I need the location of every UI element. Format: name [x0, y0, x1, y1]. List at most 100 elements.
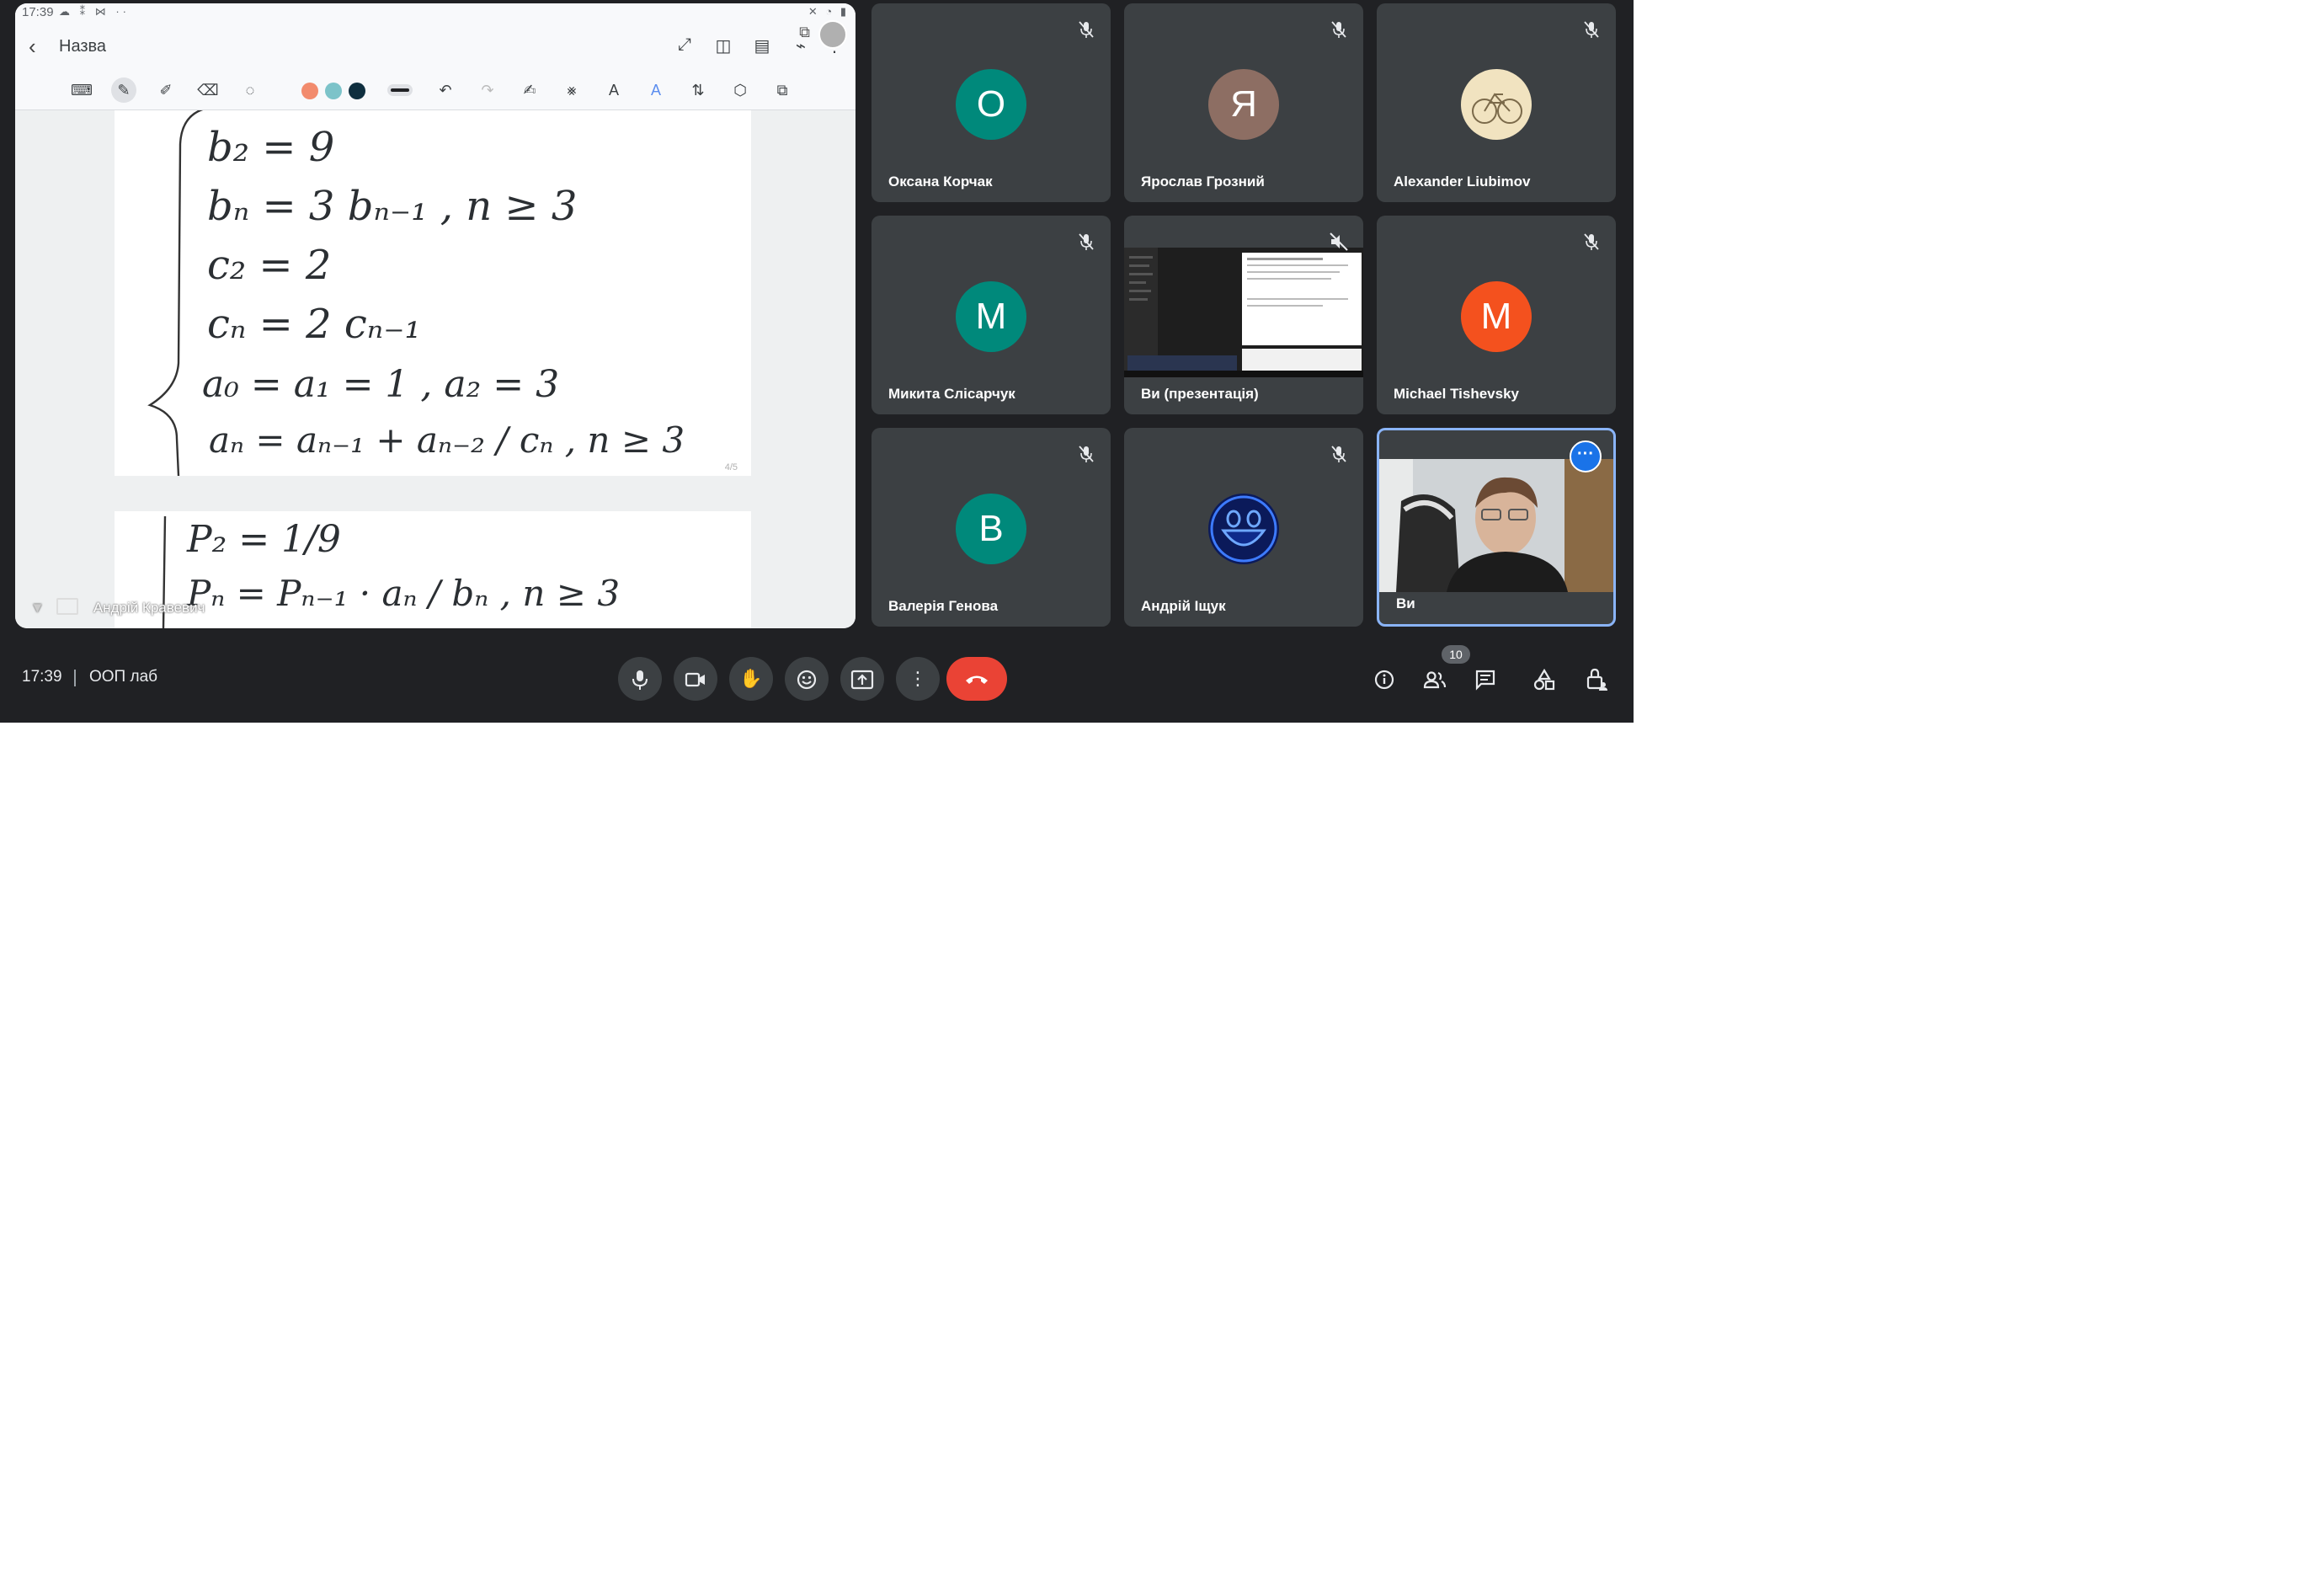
present-to-all-icon: [850, 670, 874, 690]
bicycle-avatar-icon: [1461, 69, 1532, 140]
participant-tile[interactable]: В Валерія Генова: [872, 428, 1111, 627]
presentation-tile[interactable]: Ви (презентація): [1124, 216, 1363, 414]
text-tool-icon[interactable]: A: [601, 77, 626, 103]
stroke-width-selector[interactable]: [387, 84, 413, 96]
presentation-thumbnail: [1124, 248, 1363, 377]
notes-app-bar: ‹ Назва ⤢ ◫ ▤ ⌁ ⋮ ⧉: [15, 20, 856, 71]
participant-tile[interactable]: Я Ярослав Грозний: [1124, 3, 1363, 202]
info-icon: [1374, 670, 1394, 689]
participant-tile[interactable]: Андрій Іщук: [1124, 428, 1363, 627]
activities-button[interactable]: [1529, 664, 1559, 694]
participant-name: Alexander Liubimov: [1394, 173, 1531, 189]
mic-off-icon: [1331, 21, 1346, 38]
screen-mirror-icon[interactable]: ⧉: [799, 24, 810, 41]
host-controls-button[interactable]: [1581, 664, 1612, 694]
leave-call-button[interactable]: [946, 657, 1007, 701]
participants-count-badge: 10: [1442, 645, 1470, 664]
reactions-button[interactable]: [785, 657, 829, 701]
strikethrough-icon[interactable]: ⨳: [559, 77, 584, 103]
meeting-details-button[interactable]: [1369, 664, 1399, 694]
expand-icon[interactable]: ⤢: [674, 35, 696, 55]
people-icon: [1423, 671, 1447, 688]
speaker-off-icon: [1330, 232, 1348, 251]
formula-line-5: a₀ = a₁ = 1 , a₂ = 3: [202, 363, 559, 406]
mic-off-icon: [1584, 233, 1599, 250]
mic-off-icon: [1331, 446, 1346, 462]
more-options-button[interactable]: ⋮: [896, 657, 940, 701]
participant-tile[interactable]: М Микита Слісарчук: [872, 216, 1111, 414]
self-camera-feed: [1379, 459, 1613, 592]
mic-off-icon: [1079, 446, 1094, 462]
pin-icon: ▼: [30, 600, 45, 616]
participant-name: Ви (презентація): [1141, 386, 1259, 402]
insert-space-icon[interactable]: ⇅: [685, 77, 711, 103]
avatar: О: [956, 69, 1026, 140]
shared-screen: 17:39 ☁ ⁑ ⋈ ·· ✕ ◔ ▮ ‹ Назва ⤢ ◫ ▤ ⌁ ⋮ ⧉…: [15, 3, 856, 628]
participant-name: Микита Слісарчук: [888, 386, 1015, 402]
formula-line-2: bₙ = 3 bₙ₋₁ , n ≥ 3: [207, 183, 577, 230]
participant-tile[interactable]: О Оксана Корчак: [872, 3, 1111, 202]
handwriting-page-2: P₂ = 1/9 Pₙ = Pₙ₋₁ · aₙ / bₙ , n ≥ 3: [162, 515, 620, 628]
participant-name: Michael Tishevsky: [1394, 386, 1519, 402]
handwriting-to-text-icon[interactable]: A: [643, 77, 669, 103]
avatar: М: [956, 281, 1026, 352]
smiley-avatar-icon: [1208, 494, 1279, 564]
people-button[interactable]: [1420, 664, 1450, 694]
meeting-clock: 17:39: [22, 668, 62, 686]
presenter-name: Андрій Кравевич: [93, 600, 205, 616]
chat-icon: [1475, 670, 1495, 691]
tablet-status-icons: ☁ ⁑ ⋈ ··: [59, 5, 130, 18]
page-view-icon[interactable]: ▤: [751, 35, 773, 56]
tablet-status-time: 17:39: [22, 5, 54, 19]
present-icon: [56, 598, 78, 615]
avatar: Я: [1208, 69, 1279, 140]
undo-icon[interactable]: ↶: [433, 77, 458, 103]
handwriting-page-1: b₂ = 9 bₙ = 3 bₙ₋₁ , n ≥ 3 c₂ = 2 cₙ = 2…: [147, 110, 685, 476]
mic-icon: [632, 670, 648, 691]
formula-line-1: b₂ = 9: [207, 124, 334, 171]
shapes-icon[interactable]: ⬡: [728, 77, 753, 103]
participant-name: Валерія Генова: [888, 598, 999, 614]
note-canvas[interactable]: b₂ = 9 bₙ = 3 bₙ₋₁ , n ≥ 3 c₂ = 2 cₙ = 2…: [15, 110, 856, 628]
tablet-status-bar: 17:39 ☁ ⁑ ⋈ ·· ✕ ◔ ▮: [15, 3, 856, 22]
lock-person-icon: [1586, 668, 1607, 691]
divider: [74, 670, 76, 686]
camera-button[interactable]: [674, 657, 717, 701]
drawing-toolbar: ⌨ ✎ ✐ ⌫ ◌ ↶ ↷ ✍ ⨳ A A ⇅ ⬡ ⧉: [15, 71, 856, 110]
tablet-battery-icon: ✕ ◔ ▮: [808, 5, 849, 18]
formula-line-4: cₙ = 2 cₙ₋₁: [207, 301, 421, 348]
page-number: 4/5: [724, 462, 738, 472]
mic-button[interactable]: [618, 657, 662, 701]
raise-hand-button[interactable]: ✋: [729, 657, 773, 701]
pen-color-1[interactable]: [301, 83, 318, 99]
lasso-icon[interactable]: ◌: [237, 77, 263, 103]
chat-button[interactable]: [1470, 664, 1500, 694]
pen-settings-icon[interactable]: ✍: [517, 77, 542, 103]
sticker-icon[interactable]: ⧉: [770, 77, 795, 103]
note-title[interactable]: Назва: [59, 37, 106, 56]
participant-tile[interactable]: Alexander Liubimov: [1377, 3, 1616, 202]
participant-tile[interactable]: M Michael Tishevsky: [1377, 216, 1616, 414]
self-video-tile[interactable]: ··· Ви: [1377, 428, 1616, 627]
highlighter-icon[interactable]: ✐: [153, 77, 179, 103]
book-icon[interactable]: ◫: [712, 35, 734, 56]
formula-line-6: aₙ = aₙ₋₁ + aₙ₋₂ / cₙ , n ≥ 3: [209, 419, 685, 461]
meet-window: 17:39 ☁ ⁑ ⋈ ·· ✕ ◔ ▮ ‹ Назва ⤢ ◫ ▤ ⌁ ⋮ ⧉…: [0, 0, 1634, 723]
mic-off-icon: [1079, 233, 1094, 250]
present-screen-button[interactable]: [840, 657, 884, 701]
keyboard-icon[interactable]: ⌨: [69, 77, 94, 103]
redo-icon[interactable]: ↷: [475, 77, 500, 103]
participant-name: Оксана Корчак: [888, 173, 993, 189]
pen-tool-icon[interactable]: ✎: [111, 77, 136, 103]
tablet-avatar[interactable]: [818, 20, 847, 49]
more-vert-icon: ⋮: [909, 668, 927, 689]
more-options-button[interactable]: ···: [1570, 440, 1602, 472]
eraser-icon[interactable]: ⌫: [195, 77, 221, 103]
formula-line-8: Pₙ = Pₙ₋₁ · aₙ / bₙ , n ≥ 3: [186, 573, 620, 614]
pen-color-3[interactable]: [349, 83, 365, 99]
participant-name: Ви: [1396, 595, 1415, 611]
back-arrow-icon[interactable]: ‹: [29, 34, 36, 60]
note-page-1: b₂ = 9 bₙ = 3 bₙ₋₁ , n ≥ 3 c₂ = 2 cₙ = 2…: [115, 110, 751, 476]
pen-color-2[interactable]: [325, 83, 342, 99]
avatar: В: [956, 494, 1026, 564]
